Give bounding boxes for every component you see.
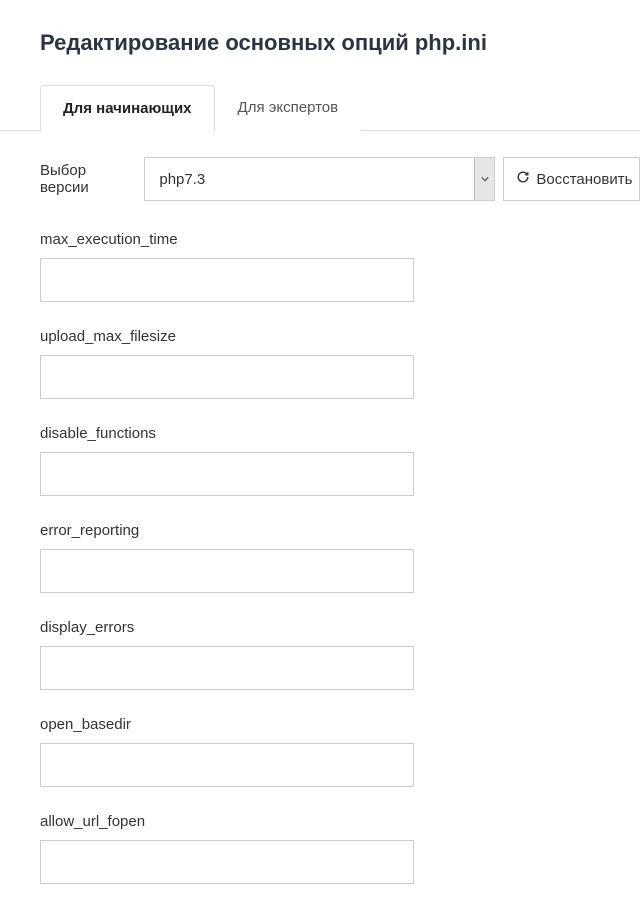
field-input-open-basedir[interactable]: [40, 743, 414, 787]
tabs: Для начинающих Для экспертов: [40, 84, 640, 131]
refresh-icon: [516, 170, 530, 188]
field-allow-url-fopen: allow_url_fopen: [40, 813, 640, 884]
page-title: Редактирование основных опций php.ini: [40, 30, 640, 56]
field-label: open_basedir: [40, 716, 640, 733]
version-select[interactable]: php7.3: [144, 157, 495, 201]
field-upload-max-filesize: upload_max_filesize: [40, 328, 640, 399]
version-label: Выбор версии: [40, 162, 134, 196]
restore-button[interactable]: Восстановить: [503, 157, 640, 201]
field-input-upload-max-filesize[interactable]: [40, 355, 414, 399]
field-label: max_execution_time: [40, 231, 640, 248]
tab-beginner[interactable]: Для начинающих: [40, 85, 215, 132]
field-label: error_reporting: [40, 522, 640, 539]
fields: max_execution_time upload_max_filesize d…: [40, 231, 640, 884]
chevron-down-icon[interactable]: [474, 158, 494, 200]
field-disable-functions: disable_functions: [40, 425, 640, 496]
field-label: allow_url_fopen: [40, 813, 640, 830]
field-error-reporting: error_reporting: [40, 522, 640, 593]
field-input-display-errors[interactable]: [40, 646, 414, 690]
version-selected: php7.3: [145, 158, 474, 200]
field-input-disable-functions[interactable]: [40, 452, 414, 496]
field-max-execution-time: max_execution_time: [40, 231, 640, 302]
field-input-max-execution-time[interactable]: [40, 258, 414, 302]
field-open-basedir: open_basedir: [40, 716, 640, 787]
field-label: disable_functions: [40, 425, 640, 442]
field-label: display_errors: [40, 619, 640, 636]
tab-expert[interactable]: Для экспертов: [215, 84, 362, 131]
field-display-errors: display_errors: [40, 619, 640, 690]
field-label: upload_max_filesize: [40, 328, 640, 345]
restore-label: Восстановить: [536, 171, 632, 188]
field-input-allow-url-fopen[interactable]: [40, 840, 414, 884]
field-input-error-reporting[interactable]: [40, 549, 414, 593]
